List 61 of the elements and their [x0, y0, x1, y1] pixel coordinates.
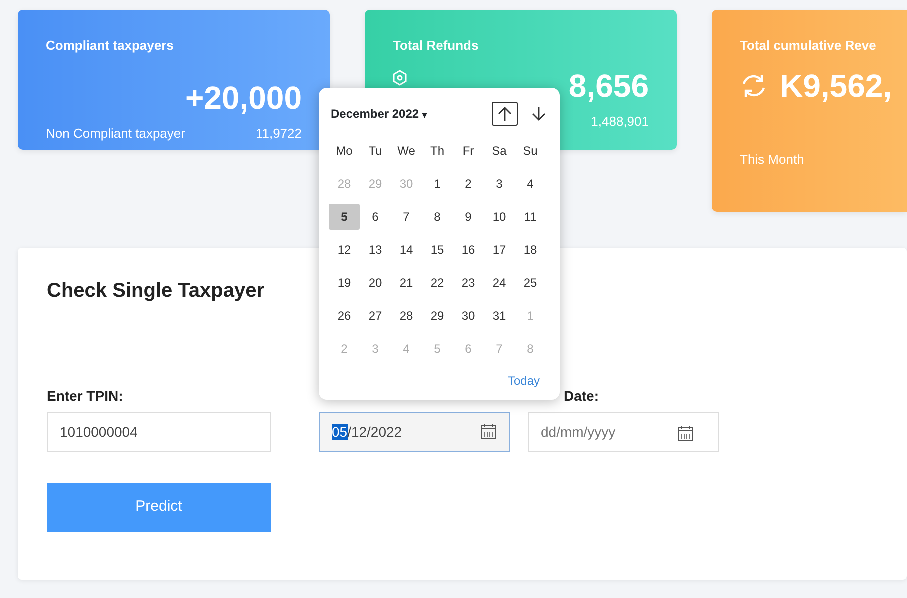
- hexagon-icon: [393, 70, 407, 86]
- day-cell[interactable]: 4: [515, 171, 546, 197]
- form-title: Check Single Taxpayer: [47, 279, 264, 304]
- previous-month-button[interactable]: [492, 102, 518, 126]
- day-cell[interactable]: 14: [391, 237, 422, 263]
- day-cell[interactable]: 27: [360, 303, 391, 329]
- day-cell[interactable]: 19: [329, 270, 360, 296]
- day-cell[interactable]: 25: [515, 270, 546, 296]
- card-title: Total cumulative Reve: [740, 37, 878, 55]
- stat-count: 11,9722: [256, 124, 302, 142]
- day-cell[interactable]: 18: [515, 237, 546, 263]
- day-cell[interactable]: 7: [391, 204, 422, 230]
- stat-value: K9,562,: [780, 70, 892, 102]
- calendar-icon: [678, 426, 694, 442]
- day-cell[interactable]: 5: [329, 204, 360, 230]
- weekday-label: We: [396, 143, 416, 160]
- day-cell[interactable]: 30: [453, 303, 484, 329]
- period-label: This Month: [740, 152, 804, 166]
- stat-count: 1,488,901: [591, 112, 649, 130]
- day-cell[interactable]: 12: [329, 237, 360, 263]
- weekday-label: Th: [429, 143, 446, 160]
- down-arrow-icon: [531, 106, 547, 122]
- day-cell[interactable]: 21: [391, 270, 422, 296]
- weekday-label: Tu: [368, 143, 384, 160]
- day-cell[interactable]: 10: [484, 204, 515, 230]
- day-cell[interactable]: 15: [422, 237, 453, 263]
- day-cell[interactable]: 17: [484, 237, 515, 263]
- day-cell[interactable]: 11: [515, 204, 546, 230]
- stat-value: 8,656: [568, 70, 649, 102]
- month-selector[interactable]: December 2022 ▾: [329, 105, 428, 123]
- weekday-label: Fr: [462, 143, 476, 160]
- card-title: Compliant taxpayers: [46, 37, 175, 55]
- calendar-icon: [481, 424, 497, 440]
- date-field[interactable]: dd/mm/yyyy: [528, 412, 719, 452]
- day-cell[interactable]: 3: [484, 171, 515, 197]
- day-cell[interactable]: 20: [360, 270, 391, 296]
- day-cell[interactable]: 9: [453, 204, 484, 230]
- day-cell[interactable]: 23: [453, 270, 484, 296]
- weekday-label: Sa: [491, 143, 508, 160]
- day-cell[interactable]: 29: [422, 303, 453, 329]
- day-cell[interactable]: 13: [360, 237, 391, 263]
- day-cell[interactable]: 26: [329, 303, 360, 329]
- day-cell[interactable]: 6: [360, 204, 391, 230]
- day-cell[interactable]: 31: [484, 303, 515, 329]
- day-cell[interactable]: 22: [422, 270, 453, 296]
- weekday-label: Mo: [335, 143, 354, 160]
- day-cell[interactable]: 28: [391, 303, 422, 329]
- day-cell[interactable]: 1: [422, 171, 453, 197]
- up-arrow-icon: [497, 106, 513, 122]
- field-label: Enter TPIN:: [47, 388, 124, 404]
- tpin-field[interactable]: 1010000004: [47, 412, 271, 452]
- stat-value: +20,000: [185, 82, 302, 114]
- day-cell[interactable]: 8: [422, 204, 453, 230]
- field-label: Date:: [564, 388, 600, 404]
- today-link[interactable]: Today: [508, 372, 552, 390]
- card-title: Total Refunds: [393, 37, 480, 55]
- day-cell[interactable]: 24: [484, 270, 515, 296]
- weekday-label: Su: [522, 143, 539, 160]
- day-cell[interactable]: 2: [453, 171, 484, 197]
- day-cell[interactable]: 16: [453, 237, 484, 263]
- stat-label: Non Compliant taxpayer: [46, 124, 186, 143]
